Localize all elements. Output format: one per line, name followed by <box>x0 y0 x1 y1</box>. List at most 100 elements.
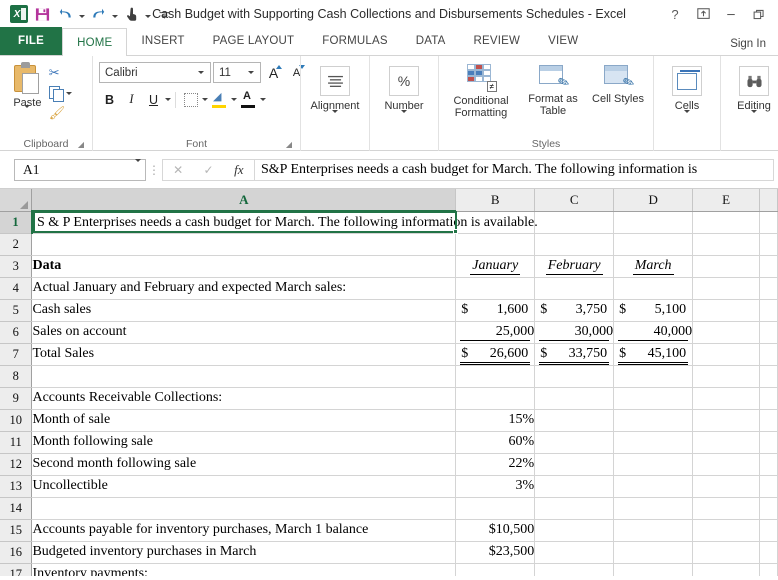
cell-a14[interactable] <box>31 497 457 520</box>
cell-b5[interactable]: $1,600 <box>455 299 536 322</box>
font-name-combo[interactable]: Calibri <box>99 62 211 83</box>
minimize-icon[interactable] <box>718 3 744 25</box>
cell-e8[interactable] <box>692 365 760 388</box>
cell-d1[interactable] <box>613 211 694 234</box>
cell-d9[interactable] <box>613 387 694 410</box>
row-header-15[interactable]: 15 <box>0 519 33 542</box>
row-header-16[interactable]: 16 <box>0 541 33 564</box>
paste-button[interactable]: Paste <box>6 60 49 126</box>
cell-a6[interactable]: Sales on account <box>31 321 457 344</box>
cell-a9[interactable]: Accounts Receivable Collections: <box>31 387 457 410</box>
tab-formulas[interactable]: FORMULAS <box>308 27 402 55</box>
formula-input[interactable]: S&P Enterprises needs a cash budget for … <box>254 158 774 181</box>
cell-e2[interactable] <box>692 233 760 256</box>
row-header-14[interactable]: 14 <box>0 497 33 520</box>
cell-a10[interactable]: Month of sale <box>31 409 457 432</box>
cell-d3[interactable]: March <box>613 255 694 278</box>
cell-d15[interactable] <box>613 519 694 542</box>
column-header-d[interactable]: D <box>613 189 694 212</box>
cell-d11[interactable] <box>613 431 694 454</box>
cell-c11[interactable] <box>534 431 615 454</box>
row-header-13[interactable]: 13 <box>0 475 33 498</box>
fill-color-button[interactable]: ◢ <box>209 89 230 110</box>
cell-c5[interactable]: $3,750 <box>534 299 615 322</box>
cell-d12[interactable] <box>613 453 694 476</box>
cell-f14[interactable] <box>759 497 778 520</box>
font-color-dropdown-icon[interactable] <box>260 98 266 101</box>
cell-f1[interactable] <box>759 211 778 234</box>
cell-d10[interactable] <box>613 409 694 432</box>
font-dialog-launcher-icon[interactable]: ◢ <box>286 140 292 149</box>
cell-a5[interactable]: Cash sales <box>31 299 457 322</box>
row-header-3[interactable]: 3 <box>0 255 33 278</box>
cell-b13[interactable]: 3% <box>455 475 536 498</box>
cell-f5[interactable] <box>759 299 778 322</box>
cell-f9[interactable] <box>759 387 778 410</box>
redo-icon[interactable] <box>87 3 109 25</box>
cell-b15[interactable]: $10,500 <box>455 519 536 542</box>
tab-page-layout[interactable]: PAGE LAYOUT <box>199 27 309 55</box>
cell-b9[interactable] <box>455 387 536 410</box>
cell-c9[interactable] <box>534 387 615 410</box>
cell-e16[interactable] <box>692 541 760 564</box>
tab-insert[interactable]: INSERT <box>127 27 198 55</box>
cell-styles-button[interactable]: ✎ Cell Styles <box>589 60 647 105</box>
alignment-dropdown-icon[interactable] <box>332 110 338 131</box>
cell-a16[interactable]: Budgeted inventory purchases in March <box>31 541 457 564</box>
font-name-dropdown-icon[interactable] <box>195 71 207 74</box>
cell-b7[interactable]: $26,600 <box>455 343 536 366</box>
font-size-combo[interactable]: 11 <box>213 62 261 83</box>
cell-b17[interactable] <box>455 563 536 576</box>
cell-c12[interactable] <box>534 453 615 476</box>
number-dropdown-icon[interactable] <box>401 110 407 131</box>
name-box-dropdown-icon[interactable] <box>135 158 141 178</box>
cell-e14[interactable] <box>692 497 760 520</box>
cell-c3[interactable]: February <box>534 255 615 278</box>
cell-c14[interactable] <box>534 497 615 520</box>
cell-f2[interactable] <box>759 233 778 256</box>
undo-icon[interactable] <box>54 3 76 25</box>
column-header-a[interactable]: A <box>31 189 457 212</box>
cell-e15[interactable] <box>692 519 760 542</box>
row-header-9[interactable]: 9 <box>0 387 33 410</box>
format-painter-button[interactable]: 🖌 <box>49 104 86 122</box>
name-box[interactable]: A1 <box>14 158 146 181</box>
clipboard-dialog-launcher-icon[interactable]: ◢ <box>78 140 84 149</box>
row-header-1[interactable]: 1 <box>0 211 33 234</box>
conditional-formatting-button[interactable]: ≠ Conditional Formatting <box>445 60 517 119</box>
cell-a3[interactable]: Data <box>31 255 457 278</box>
enter-icon[interactable]: ✓ <box>194 163 222 177</box>
fill-color-dropdown-icon[interactable] <box>231 98 237 101</box>
cell-c8[interactable] <box>534 365 615 388</box>
cell-b16[interactable]: $23,500 <box>455 541 536 564</box>
cell-e3[interactable] <box>692 255 760 278</box>
column-header-e[interactable]: E <box>692 189 760 212</box>
cell-d2[interactable] <box>613 233 694 256</box>
help-icon[interactable]: ? <box>662 3 688 25</box>
cell-e4[interactable] <box>692 277 760 300</box>
ribbon-group-cells[interactable]: Cells <box>653 56 720 151</box>
copy-button[interactable] <box>48 84 86 102</box>
cell-a17[interactable]: Inventory payments: <box>31 563 457 576</box>
row-header-10[interactable]: 10 <box>0 409 33 432</box>
cell-d13[interactable] <box>613 475 694 498</box>
customize-quick-access-toolbar-icon[interactable] <box>153 3 175 25</box>
ribbon-display-options-icon[interactable] <box>690 3 716 25</box>
cell-a1[interactable]: S & P Enterprises needs a cash budget fo… <box>31 211 538 234</box>
cell-e7[interactable] <box>692 343 760 366</box>
cell-c1[interactable] <box>534 211 615 234</box>
cell-d14[interactable] <box>613 497 694 520</box>
tab-home[interactable]: HOME <box>62 28 128 56</box>
tab-review[interactable]: REVIEW <box>460 27 535 55</box>
cell-b12[interactable]: 22% <box>455 453 536 476</box>
tab-file[interactable]: FILE <box>0 27 63 55</box>
redo-dropdown-icon[interactable] <box>110 4 119 24</box>
italic-button[interactable]: I <box>121 89 142 110</box>
cell-e12[interactable] <box>692 453 760 476</box>
cell-a4[interactable]: Actual January and February and expected… <box>31 277 457 300</box>
row-header-12[interactable]: 12 <box>0 453 33 476</box>
copy-dropdown-icon[interactable] <box>65 91 72 95</box>
cell-c13[interactable] <box>534 475 615 498</box>
cell-a13[interactable]: Uncollectible <box>31 475 457 498</box>
cell-b14[interactable] <box>455 497 536 520</box>
